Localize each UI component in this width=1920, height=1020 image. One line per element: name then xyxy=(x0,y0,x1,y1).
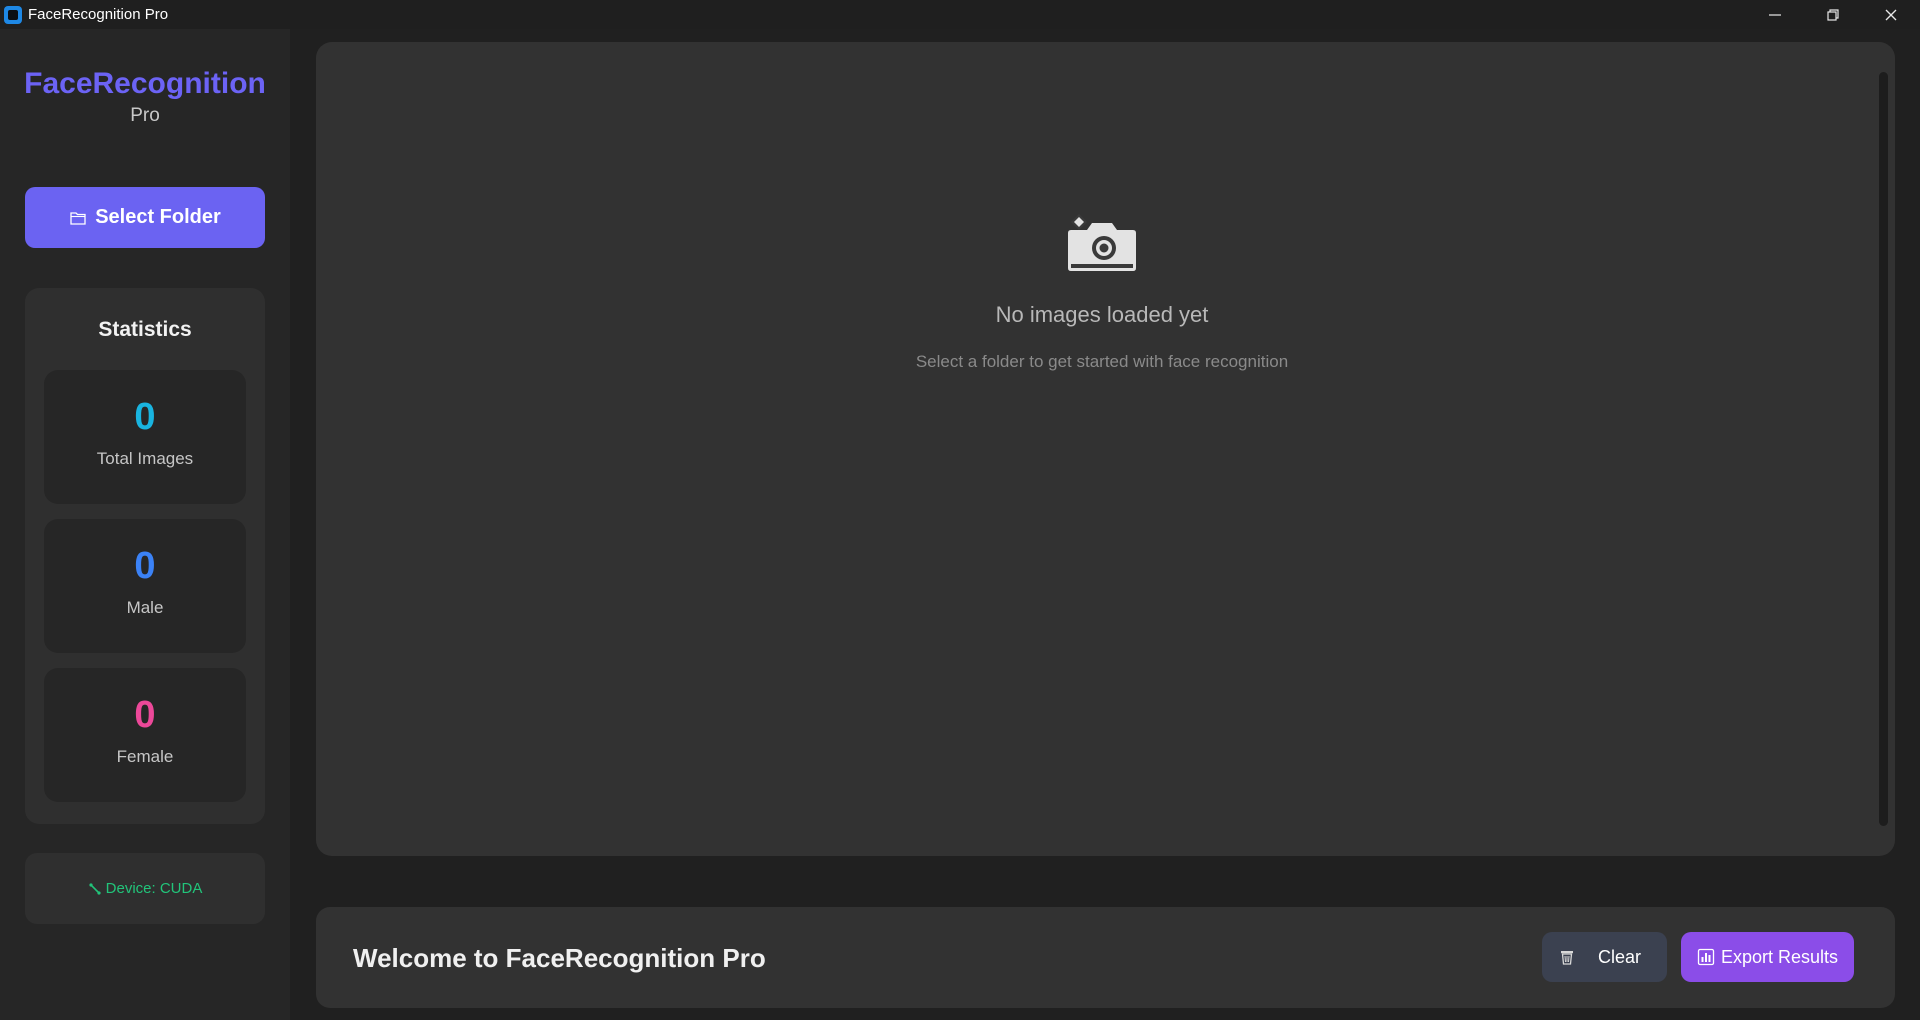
brand-name: FaceRecognition xyxy=(24,67,266,100)
minimize-button[interactable] xyxy=(1746,0,1804,29)
stat-value-male: 0 xyxy=(134,545,156,587)
select-folder-label: Select Folder xyxy=(95,206,221,228)
folder-icon xyxy=(70,211,86,225)
stat-card-total-images: 0 Total Images xyxy=(44,370,246,504)
empty-state-subtitle: Select a folder to get started with face… xyxy=(915,352,1289,371)
bottom-bar: Welcome to FaceRecognition Pro Clear Exp… xyxy=(316,907,1895,1008)
device-label: Device: CUDA xyxy=(105,880,203,897)
stat-label-female: Female xyxy=(116,747,174,766)
empty-state-title: No images loaded yet xyxy=(995,302,1209,327)
brand: FaceRecognition Pro xyxy=(0,67,290,127)
clear-label: Clear xyxy=(1598,946,1642,967)
link-icon xyxy=(89,882,101,895)
app-logo-icon xyxy=(4,5,22,24)
stat-value-total-images: 0 xyxy=(134,396,156,438)
welcome-message: Welcome to FaceRecognition Pro xyxy=(353,943,766,973)
sidebar: FaceRecognition Pro Select Folder Statis… xyxy=(0,29,290,1020)
window-title: FaceRecognition Pro xyxy=(28,6,169,23)
stat-card-female: 0 Female xyxy=(44,668,246,802)
stat-label-total-images: Total Images xyxy=(96,449,194,468)
brand-subtitle: Pro xyxy=(130,105,160,126)
export-results-button[interactable]: Export Results xyxy=(1681,932,1854,982)
stat-value-female: 0 xyxy=(134,694,156,736)
close-icon xyxy=(1885,9,1897,20)
bar-chart-icon xyxy=(1697,948,1715,966)
select-folder-button[interactable]: Select Folder xyxy=(25,187,265,248)
empty-state: No images loaded yet Select a folder to … xyxy=(316,212,1888,372)
statistics-title: Statistics xyxy=(98,318,192,341)
clear-button[interactable]: Clear xyxy=(1542,932,1667,982)
vertical-scrollbar[interactable] xyxy=(1879,72,1888,826)
title-bar: FaceRecognition Pro xyxy=(0,0,1920,29)
window-controls xyxy=(1746,0,1920,29)
restore-icon xyxy=(1827,8,1839,21)
stat-label-male: Male xyxy=(126,598,164,617)
restore-button[interactable] xyxy=(1804,0,1862,29)
image-gallery-panel: No images loaded yet Select a folder to … xyxy=(316,42,1895,856)
trash-icon xyxy=(1561,951,1573,965)
close-button[interactable] xyxy=(1862,0,1920,29)
device-status: Device: CUDA xyxy=(25,853,265,924)
statistics-panel: Statistics 0 Total Images 0 Male 0 Femal… xyxy=(25,288,265,824)
stat-card-male: 0 Male xyxy=(44,519,246,653)
minimize-icon xyxy=(1769,13,1781,16)
camera-icon xyxy=(1068,214,1136,271)
export-label: Export Results xyxy=(1720,946,1839,967)
